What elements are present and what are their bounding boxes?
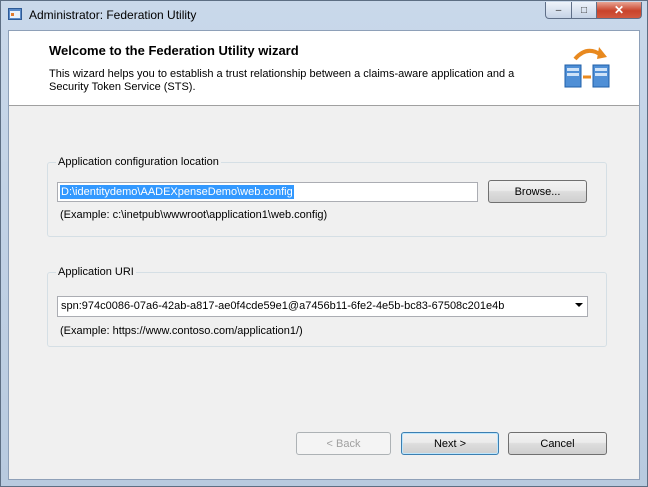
browse-button-label: Browse...	[514, 185, 561, 198]
next-button-label: Next >	[433, 437, 467, 450]
close-button[interactable]: ✕	[597, 2, 642, 19]
minimize-button[interactable]: –	[545, 2, 572, 19]
app-uri-value: spn:974c0086-07a6-42ab-a817-ae0f4cde59e1…	[61, 300, 505, 312]
browse-button[interactable]: Browse...	[488, 180, 587, 203]
close-icon: ✕	[613, 3, 625, 17]
wizard-client-area: Welcome to the Federation Utility wizard…	[8, 30, 640, 480]
app-uri-group: Application URI spn:974c0086-07a6-42ab-a…	[47, 266, 607, 347]
app-icon	[8, 8, 22, 20]
config-location-value: D:\identitydemo\AADEXpenseDemo\web.confi…	[60, 185, 294, 199]
back-button[interactable]: < Back	[296, 432, 391, 455]
maximize-button[interactable]: □	[572, 2, 597, 19]
back-button-label: < Back	[326, 437, 361, 450]
wizard-title: Welcome to the Federation Utility wizard	[49, 43, 299, 58]
cancel-button-label: Cancel	[540, 437, 575, 450]
minimize-icon: –	[555, 4, 562, 16]
next-button[interactable]: Next >	[401, 432, 499, 455]
app-uri-example: (Example: https://www.contoso.com/applic…	[60, 325, 303, 337]
config-location-group: Application configuration location D:\id…	[47, 156, 607, 237]
window-title: Administrator: Federation Utility	[29, 8, 197, 22]
config-location-example: (Example: c:\inetpub\wwwroot\application…	[60, 209, 328, 221]
wizard-header: Welcome to the Federation Utility wizard…	[9, 31, 639, 106]
maximize-icon: □	[580, 4, 588, 16]
config-location-input[interactable]: D:\identitydemo\AADEXpenseDemo\web.confi…	[57, 182, 478, 202]
wizard-window: Administrator: Federation Utility – □ ✕ …	[0, 0, 648, 487]
config-location-label: Application configuration location	[56, 156, 221, 168]
title-bar[interactable]: Administrator: Federation Utility – □ ✕	[1, 1, 647, 29]
wizard-description: This wizard helps you to establish a tru…	[49, 68, 515, 93]
chevron-down-icon[interactable]	[575, 303, 583, 307]
cancel-button[interactable]: Cancel	[508, 432, 607, 455]
app-uri-label: Application URI	[56, 266, 136, 278]
federation-servers-icon	[564, 47, 610, 88]
app-uri-combobox[interactable]: spn:974c0086-07a6-42ab-a817-ae0f4cde59e1…	[57, 296, 588, 317]
